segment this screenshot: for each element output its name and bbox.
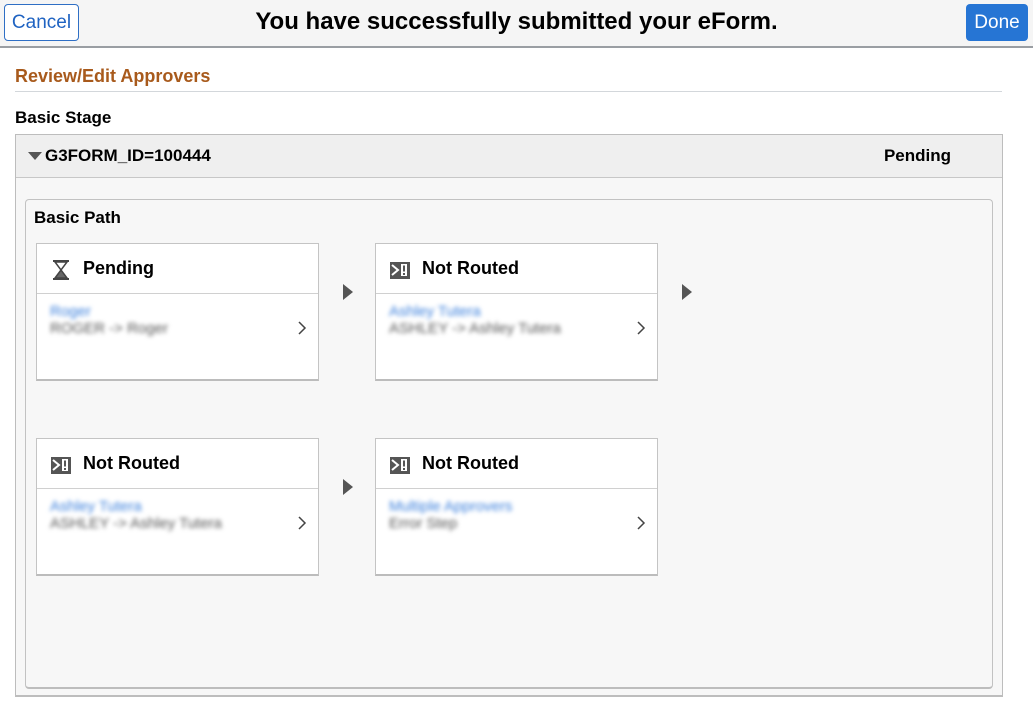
- chevron-right-icon[interactable]: [636, 321, 646, 335]
- not-routed-icon: [390, 262, 410, 279]
- section-title: Review/Edit Approvers: [15, 66, 211, 86]
- chevron-right-icon[interactable]: [297, 321, 307, 335]
- chevron-right-icon[interactable]: [297, 516, 307, 530]
- page-title: You have successfully submitted your eFo…: [255, 8, 778, 35]
- step-approver-link[interactable]: Multiple Approvers Error Step: [376, 490, 657, 575]
- caret-down-icon[interactable]: [28, 152, 42, 160]
- approver-detail: ASHLEY -> Ashley Tutera: [50, 515, 222, 532]
- step-status: Not Routed: [422, 258, 519, 278]
- section-divider: [15, 91, 1002, 92]
- not-routed-icon: [390, 457, 410, 474]
- step-approver-link[interactable]: Ashley Tutera ASHLEY -> Ashley Tutera: [376, 295, 657, 380]
- approval-step: Not Routed Ashley Tutera ASHLEY -> Ashle…: [36, 438, 319, 576]
- done-button[interactable]: Done: [966, 4, 1028, 41]
- step-header: Not Routed: [376, 244, 657, 294]
- approver-detail: Error Step: [389, 515, 458, 532]
- chevron-right-icon[interactable]: [636, 516, 646, 530]
- step-approver-link[interactable]: Ashley Tutera ASHLEY -> Ashley Tutera: [37, 490, 318, 575]
- approver-detail: ROGER -> Roger: [50, 320, 168, 337]
- approver-name[interactable]: Roger: [50, 303, 91, 320]
- approval-step: Not Routed Multiple Approvers Error Step: [375, 438, 658, 576]
- step-header: Not Routed: [37, 439, 318, 489]
- hourglass-icon: [53, 260, 69, 280]
- stage-id: G3FORM_ID=100444: [45, 146, 211, 165]
- approver-name[interactable]: Ashley Tutera: [50, 498, 142, 515]
- approval-step: Pending Roger ROGER -> Roger: [36, 243, 319, 381]
- arrow-right-icon: [343, 479, 353, 495]
- path-panel: Basic Path Pending Roger ROGER -> Roger: [25, 199, 993, 689]
- path-title: Basic Path: [34, 208, 121, 227]
- approval-step: Not Routed Ashley Tutera ASHLEY -> Ashle…: [375, 243, 658, 381]
- step-approver-link[interactable]: Roger ROGER -> Roger: [37, 295, 318, 380]
- step-header: Not Routed: [376, 439, 657, 489]
- approver-name[interactable]: Multiple Approvers: [389, 498, 512, 515]
- stage-header-toggle[interactable]: G3FORM_ID=100444 Pending: [16, 135, 1002, 178]
- not-routed-icon: [51, 457, 71, 474]
- step-status: Not Routed: [83, 453, 180, 473]
- stage-label: Basic Stage: [15, 108, 112, 127]
- step-status: Pending: [83, 258, 154, 278]
- arrow-right-icon: [343, 284, 353, 300]
- stage-status: Pending: [883, 146, 951, 165]
- approver-name[interactable]: Ashley Tutera: [389, 303, 481, 320]
- step-header: Pending: [37, 244, 318, 294]
- arrow-right-icon: [682, 284, 692, 300]
- approver-detail: ASHLEY -> Ashley Tutera: [389, 320, 561, 337]
- step-status: Not Routed: [422, 453, 519, 473]
- stage-panel: G3FORM_ID=100444 Pending Basic Path Pend…: [15, 134, 1003, 697]
- cancel-button[interactable]: Cancel: [4, 4, 79, 41]
- top-bar: Cancel You have successfully submitted y…: [0, 0, 1033, 48]
